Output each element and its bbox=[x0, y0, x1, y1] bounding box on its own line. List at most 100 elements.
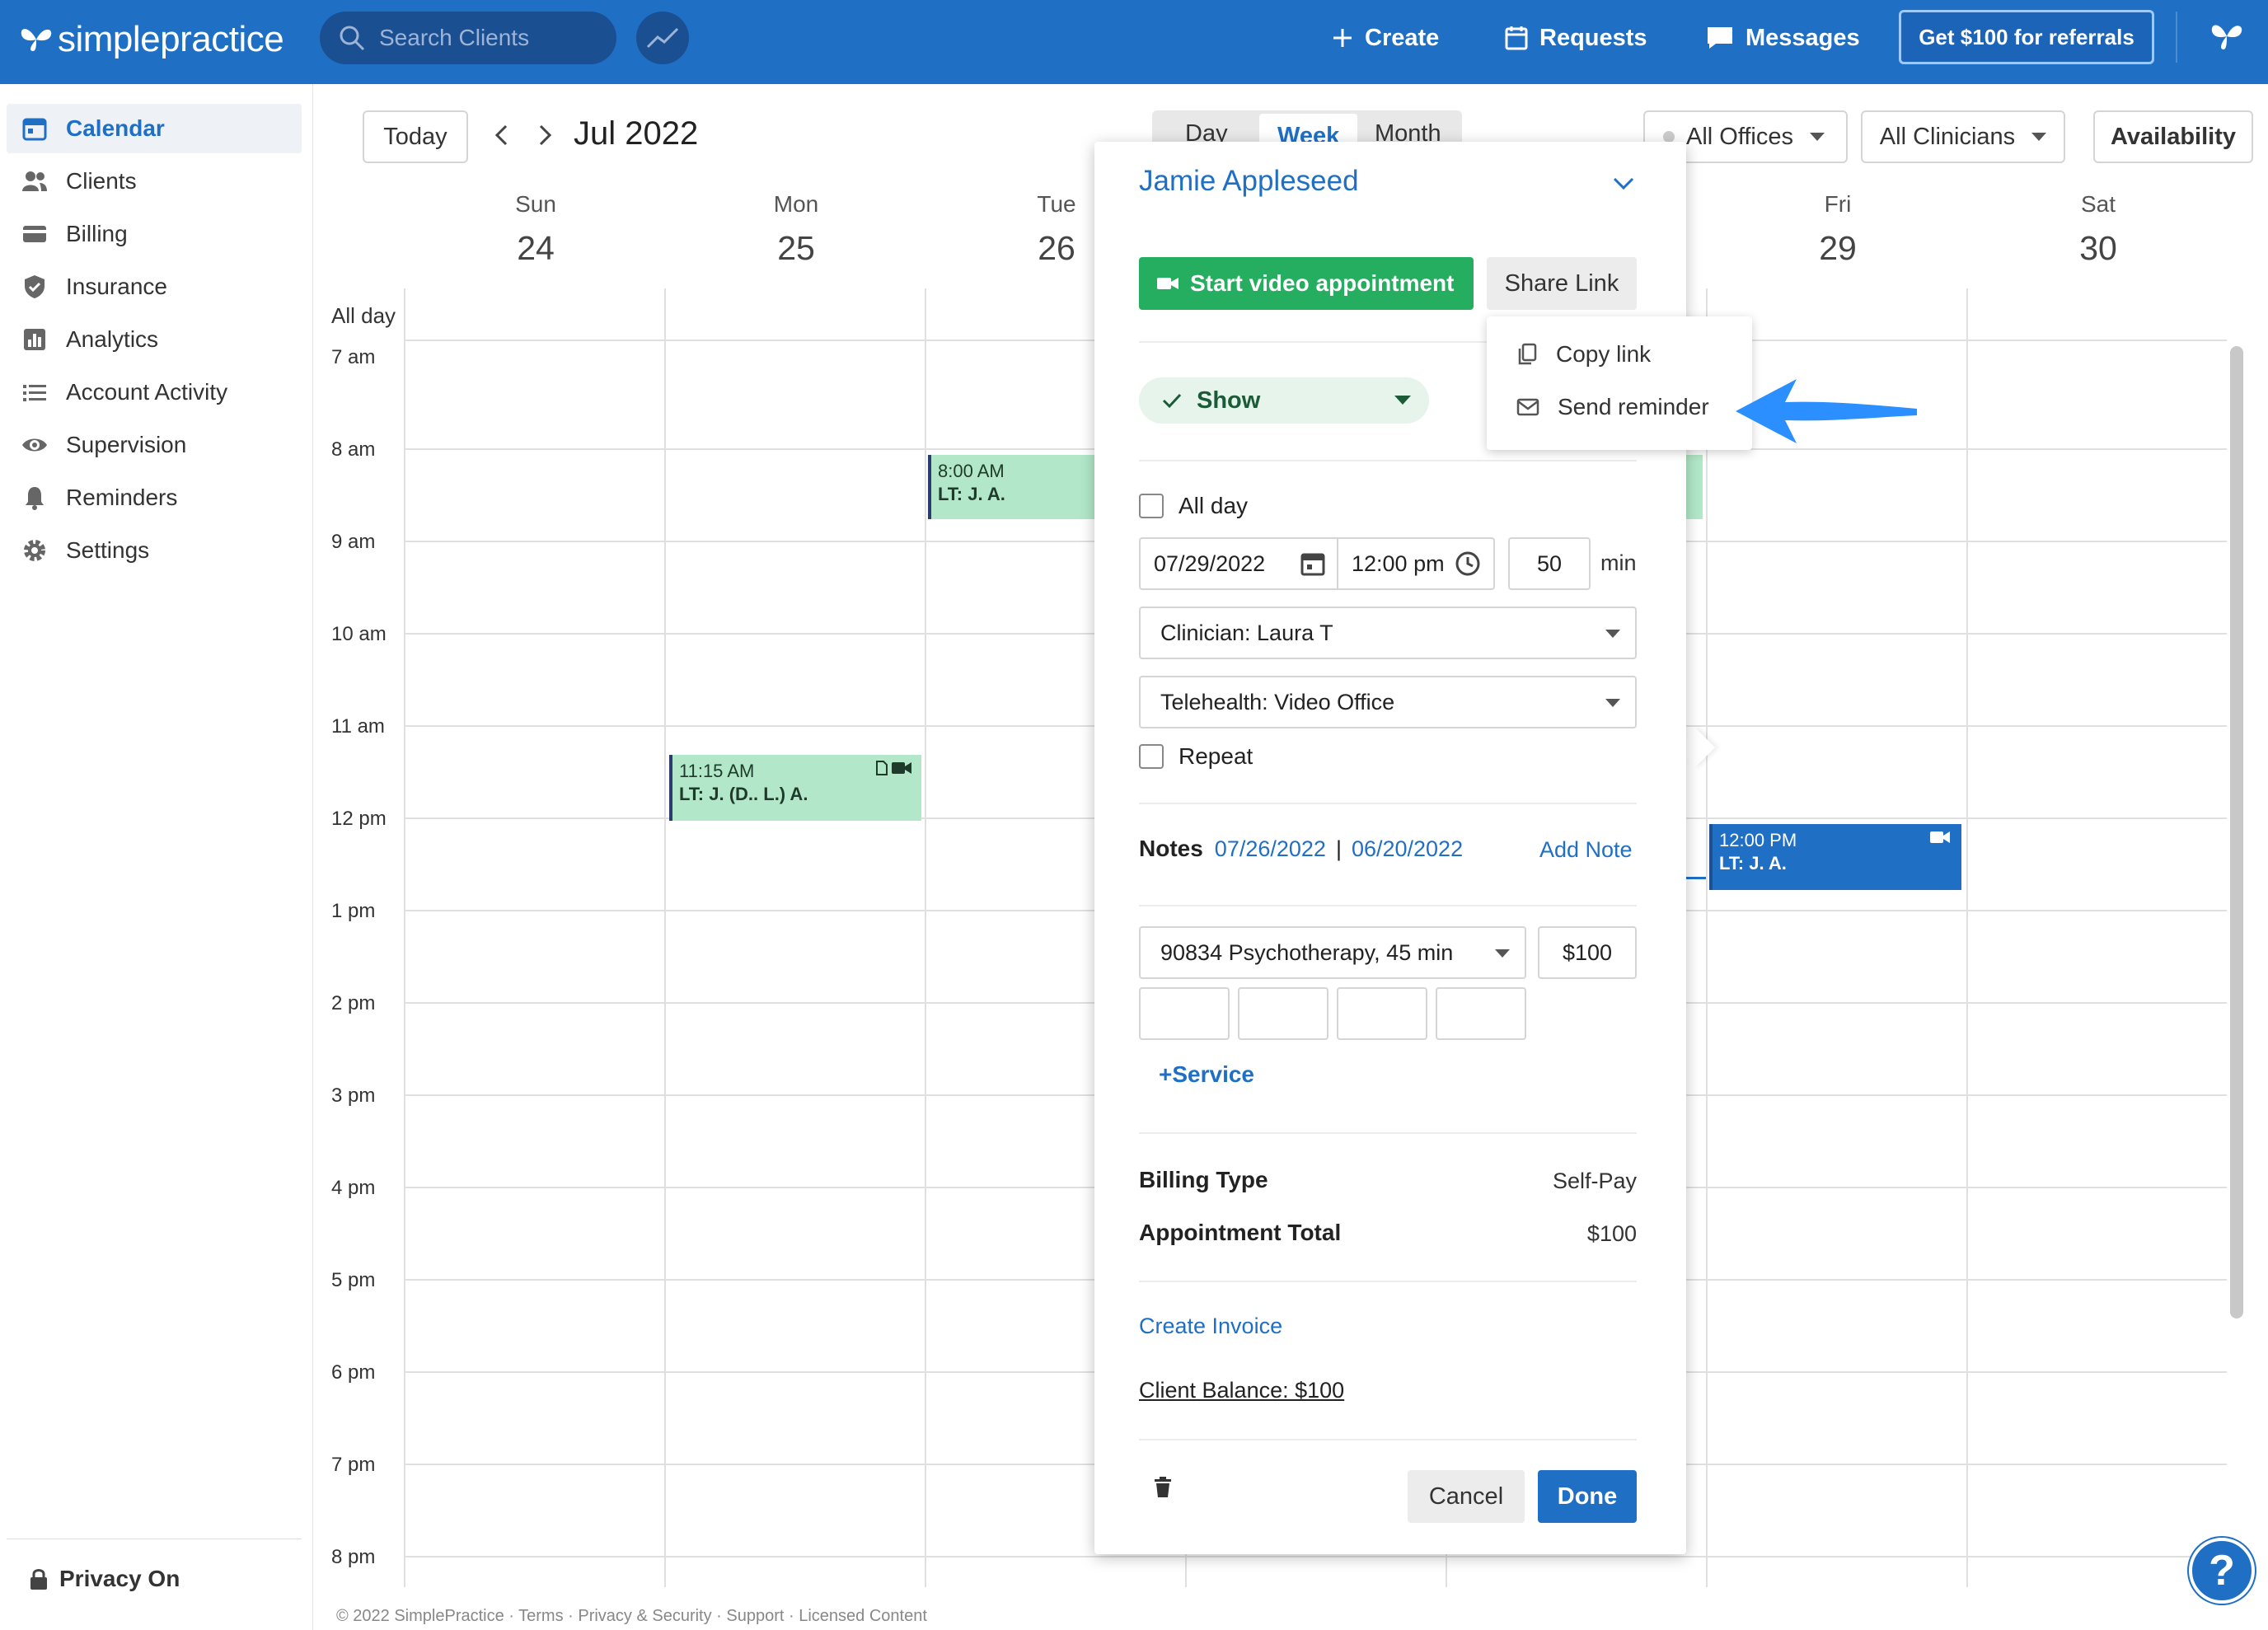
search-icon bbox=[340, 26, 365, 51]
copy-link-label: Copy link bbox=[1556, 341, 1652, 367]
create-invoice-link[interactable]: Create Invoice bbox=[1139, 1314, 1282, 1339]
day-date: 29 bbox=[1819, 229, 1857, 267]
sidebar-item-supervision[interactable]: Supervision bbox=[7, 420, 302, 470]
sidebar-item-settings[interactable]: Settings bbox=[7, 526, 302, 575]
appointment-event[interactable]: 12:00 PM LT: J. A. bbox=[1709, 824, 1961, 890]
day-header-mon[interactable]: Mon 25 bbox=[666, 191, 926, 268]
client-name-link[interactable]: Jamie Appleseed bbox=[1139, 165, 1359, 198]
client-balance-link[interactable]: Client Balance: $100 bbox=[1139, 1378, 1344, 1403]
sidebar-item-calendar[interactable]: Calendar bbox=[7, 104, 302, 153]
sidebar-item-analytics[interactable]: Analytics bbox=[7, 315, 302, 364]
next-week-arrow[interactable] bbox=[537, 120, 554, 156]
repeat-checkbox-row[interactable]: Repeat bbox=[1139, 743, 1253, 770]
footer-links[interactable]: © 2022 SimplePractice · Terms · Privacy … bbox=[336, 1607, 927, 1626]
event-time: 12:00 PM bbox=[1719, 830, 1797, 850]
event-label: LT: J. (D.. L.) A. bbox=[679, 784, 808, 804]
allday-label: All day bbox=[1179, 493, 1249, 518]
appointment-event[interactable]: 11:15 AM LT: J. (D.. L.) A. bbox=[669, 755, 921, 821]
location-select[interactable]: Telehealth: Video Office bbox=[1139, 676, 1637, 728]
hour-label: 7 pm bbox=[331, 1454, 376, 1476]
date-value[interactable]: 07/29/2022 bbox=[1154, 551, 1294, 577]
sidebar: Calendar Clients Billing Insurance Analy… bbox=[0, 84, 313, 1630]
grid-column-line bbox=[664, 288, 666, 1587]
grid-column-line bbox=[404, 288, 405, 1587]
day-header-sat[interactable]: Sat 30 bbox=[1968, 191, 2228, 268]
calendar-icon[interactable] bbox=[1300, 551, 1325, 576]
time-value[interactable]: 12:00 pm bbox=[1352, 551, 1445, 577]
service-value: 90834 Psychotherapy, 45 min bbox=[1160, 939, 1454, 965]
add-service-link[interactable]: +Service bbox=[1159, 1061, 1254, 1088]
note-date-link[interactable]: 06/20/2022 bbox=[1352, 836, 1463, 862]
requests-label: Requests bbox=[1539, 24, 1647, 51]
hour-label: 5 pm bbox=[331, 1269, 376, 1291]
start-video-button[interactable]: Start video appointment bbox=[1139, 257, 1474, 310]
hour-label: 4 pm bbox=[331, 1177, 376, 1199]
clinician-select[interactable]: Clinician: Laura T bbox=[1139, 607, 1637, 659]
billing-type-label: Billing Type bbox=[1139, 1167, 1268, 1192]
repeat-checkbox[interactable] bbox=[1139, 744, 1164, 769]
event-time: 8:00 AM bbox=[938, 461, 1005, 481]
referral-button[interactable]: Get $100 for referrals bbox=[1899, 10, 2154, 64]
requests-button[interactable]: Requests bbox=[1505, 20, 1647, 56]
today-button[interactable]: Today bbox=[363, 110, 468, 163]
sidebar-item-account-activity[interactable]: Account Activity bbox=[7, 368, 302, 417]
sidebar-item-clients[interactable]: Clients bbox=[7, 157, 302, 206]
help-button[interactable]: ? bbox=[2189, 1538, 2255, 1604]
fee-input[interactable]: $100 bbox=[1538, 926, 1637, 979]
chevron-down-icon[interactable] bbox=[1612, 176, 1635, 191]
sidebar-item-billing[interactable]: Billing bbox=[7, 209, 302, 259]
date-time-field[interactable]: 07/29/2022 12:00 pm bbox=[1139, 537, 1495, 590]
butterfly-account-icon[interactable] bbox=[2209, 18, 2245, 54]
allday-checkbox[interactable] bbox=[1139, 494, 1164, 518]
lock-icon bbox=[30, 1569, 47, 1590]
brand-logo[interactable]: simplepractice bbox=[18, 15, 284, 64]
appointment-event[interactable]: 8:00 AM LT: J. A. bbox=[928, 455, 1096, 519]
prev-week-arrow[interactable] bbox=[493, 120, 509, 156]
done-button[interactable]: Done bbox=[1538, 1470, 1637, 1523]
divider bbox=[1139, 1281, 1637, 1282]
calendar-scrollbar[interactable] bbox=[2230, 346, 2243, 1319]
sidebar-item-insurance[interactable]: Insurance bbox=[7, 262, 302, 311]
event-label: LT: J. A. bbox=[1719, 853, 1787, 874]
sidebar-item-reminders[interactable]: Reminders bbox=[7, 473, 302, 522]
messages-button[interactable]: Messages bbox=[1706, 20, 1860, 56]
sidebar-item-label: Reminders bbox=[66, 485, 178, 510]
clock-icon[interactable] bbox=[1455, 550, 1481, 577]
add-note-link[interactable]: Add Note bbox=[1539, 837, 1633, 863]
caret-down-icon bbox=[1810, 133, 1825, 141]
allday-label: All day bbox=[331, 303, 396, 328]
caret-down-icon bbox=[1394, 396, 1411, 405]
day-header-fri[interactable]: Fri 29 bbox=[1708, 191, 1968, 268]
grid-column-line bbox=[925, 288, 926, 1587]
billing-type-value: Self-Pay bbox=[1552, 1169, 1637, 1193]
bell-icon bbox=[26, 487, 44, 510]
analytics-trend-button[interactable] bbox=[636, 12, 689, 64]
hour-label: 7 am bbox=[331, 346, 376, 368]
list-icon bbox=[23, 385, 46, 401]
clinicians-filter[interactable]: All Clinicians bbox=[1861, 110, 2065, 163]
trash-icon[interactable] bbox=[1154, 1477, 1172, 1498]
status-select[interactable]: Show bbox=[1139, 377, 1429, 424]
availability-button[interactable]: Availability bbox=[2093, 110, 2253, 163]
modifier-input-1[interactable] bbox=[1139, 987, 1230, 1040]
trend-icon bbox=[646, 27, 679, 49]
duration-unit: min bbox=[1600, 550, 1637, 575]
hour-label: 2 pm bbox=[331, 992, 376, 1014]
requests-icon bbox=[1505, 26, 1528, 50]
privacy-toggle[interactable]: Privacy On bbox=[30, 1566, 180, 1592]
service-select[interactable]: 90834 Psychotherapy, 45 min bbox=[1139, 926, 1526, 979]
search-box[interactable] bbox=[320, 12, 616, 64]
create-button[interactable]: Create bbox=[1332, 20, 1439, 56]
note-date-link[interactable]: 07/26/2022 bbox=[1215, 836, 1326, 862]
share-link-button[interactable]: Share Link bbox=[1487, 257, 1637, 310]
search-input[interactable] bbox=[379, 25, 602, 51]
cancel-button[interactable]: Cancel bbox=[1408, 1470, 1525, 1523]
modifier-input-2[interactable] bbox=[1238, 987, 1328, 1040]
modifier-input-4[interactable] bbox=[1436, 987, 1526, 1040]
copy-link-menu-item[interactable]: Copy link bbox=[1516, 341, 1651, 368]
day-header-sun[interactable]: Sun 24 bbox=[405, 191, 666, 268]
allday-checkbox-row[interactable]: All day bbox=[1139, 493, 1248, 519]
duration-input[interactable]: 50 bbox=[1508, 537, 1591, 590]
modifier-input-3[interactable] bbox=[1337, 987, 1427, 1040]
send-reminder-menu-item[interactable]: Send reminder bbox=[1516, 394, 1709, 420]
